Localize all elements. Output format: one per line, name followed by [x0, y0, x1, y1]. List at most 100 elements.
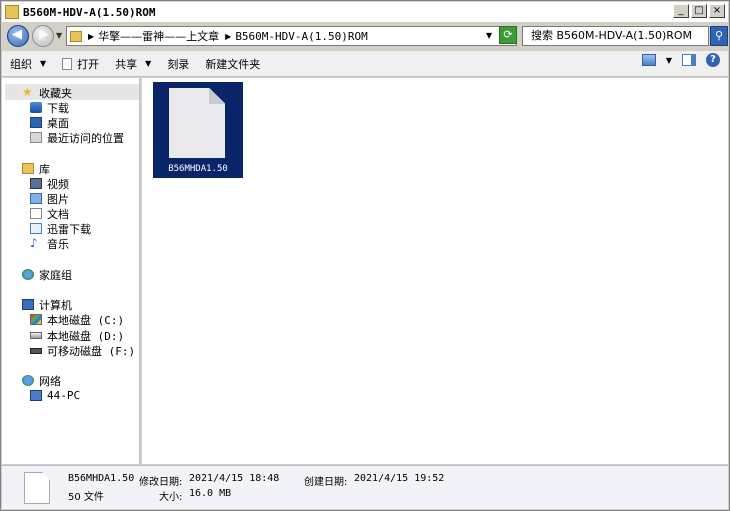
- explorer-window: B560M-HDV-A(1.50)ROM _ □ × ◀ ▶ ▼ ▶ 华擎——雷…: [0, 0, 730, 511]
- window-controls: _ □ ×: [673, 4, 725, 18]
- back-button[interactable]: ◀: [7, 25, 29, 47]
- nav-item-label: 本地磁盘 (D:): [47, 329, 125, 343]
- chevron-right-icon[interactable]: ▶: [88, 32, 94, 41]
- drive-icon: [30, 332, 42, 339]
- search-icon[interactable]: ⚲: [710, 26, 728, 46]
- forward-button[interactable]: ▶: [32, 25, 54, 47]
- view-options-dropdown[interactable]: ▼: [666, 56, 672, 65]
- nav-item-label: 44-PC: [47, 389, 81, 402]
- breadcrumb-current[interactable]: B560M-HDV-A(1.50)ROM: [235, 30, 367, 43]
- file-icon: [24, 472, 50, 504]
- minimize-button[interactable]: _: [673, 4, 689, 18]
- help-icon[interactable]: ?: [706, 53, 720, 67]
- nav-item-documents[interactable]: 文档: [30, 206, 69, 221]
- nav-item-drive-c[interactable]: 本地磁盘 (C:): [30, 312, 124, 327]
- nav-item-pictures[interactable]: 图片: [30, 191, 69, 206]
- address-dropdown[interactable]: ▼: [486, 31, 492, 40]
- title-bar: B560M-HDV-A(1.50)ROM _ □ ×: [2, 2, 728, 22]
- nav-favorites-label: 收藏夹: [39, 86, 72, 100]
- new-folder-button[interactable]: 新建文件夹: [197, 53, 268, 75]
- maximize-button[interactable]: □: [691, 4, 707, 18]
- nav-item-label: 下载: [47, 101, 69, 115]
- network-icon: [22, 375, 34, 386]
- nav-item-label: 图片: [47, 192, 69, 206]
- command-bar: 组织 ▼ 打开 共享 ▼ 刻录 新建文件夹 ▼ ?: [2, 51, 728, 77]
- download-icon: [30, 102, 42, 113]
- nav-computer-label: 计算机: [39, 298, 72, 312]
- nav-libraries[interactable]: 库: [22, 161, 50, 176]
- details-file-type: 50 文件: [68, 492, 104, 503]
- folder-icon: [5, 5, 19, 19]
- breadcrumb-parent[interactable]: 华擎——雷神——上文章: [98, 28, 219, 44]
- chevron-down-icon: ▼: [40, 59, 47, 68]
- document-icon: [30, 223, 42, 234]
- details-file-name: B56MHDA1.50: [68, 473, 135, 484]
- details-created-label: 创建日期:: [304, 477, 348, 488]
- nav-favorites[interactable]: ★ 收藏夹: [22, 85, 72, 100]
- details-modified-value: 2021/4/15 18:48: [189, 473, 280, 484]
- search-input[interactable]: 搜索 B560M-HDV-A(1.50)ROM: [522, 26, 709, 46]
- details-created-value: 2021/4/15 19:52: [354, 473, 445, 484]
- organize-label: 组织: [10, 57, 32, 71]
- details-size-label: 大小:: [159, 492, 183, 503]
- new-folder-label: 新建文件夹: [205, 57, 261, 71]
- share-label: 共享: [115, 57, 138, 71]
- nav-item-desktop[interactable]: 桌面: [30, 115, 69, 130]
- nav-item-label: 音乐: [47, 237, 69, 251]
- details-modified-label: 修改日期:: [139, 477, 183, 488]
- usb-drive-icon: [30, 347, 42, 354]
- file-item[interactable]: B56MHDA1.50: [153, 82, 243, 178]
- open-label: 打开: [77, 57, 100, 71]
- nav-item-downloads[interactable]: 下载: [30, 100, 69, 115]
- nav-item-music[interactable]: ♪ 音乐: [30, 236, 69, 251]
- details-pane: B56MHDA1.50 修改日期: 2021/4/15 18:48 创建日期: …: [2, 465, 728, 509]
- nav-item-label: 文档: [47, 207, 69, 221]
- system-drive-icon: [30, 314, 42, 325]
- burn-button[interactable]: 刻录: [159, 53, 197, 75]
- nav-network-label: 网络: [39, 374, 61, 388]
- document-icon: [62, 57, 73, 70]
- change-view-icon[interactable]: [641, 54, 656, 66]
- nav-item-label: 迅雷下载: [47, 222, 91, 236]
- picture-icon: [30, 193, 42, 204]
- preview-pane-icon[interactable]: [682, 54, 696, 66]
- nav-item-label: 本地磁盘 (C:): [47, 313, 125, 327]
- organize-button[interactable]: 组织 ▼: [2, 53, 54, 75]
- open-button[interactable]: 打开: [54, 53, 107, 75]
- music-icon: ♪: [30, 236, 38, 250]
- recent-pages-dropdown[interactable]: ▼: [56, 31, 62, 40]
- nav-item-drive-d[interactable]: 本地磁盘 (D:): [30, 328, 124, 343]
- chevron-down-icon: ▼: [145, 59, 152, 68]
- video-icon: [30, 178, 42, 189]
- nav-network[interactable]: 网络: [22, 373, 61, 388]
- network-computer-icon: [30, 390, 42, 401]
- nav-computer[interactable]: 计算机: [22, 297, 72, 312]
- refresh-button[interactable]: ⟳: [499, 26, 517, 44]
- nav-item-recent-places[interactable]: 最近访问的位置: [30, 130, 124, 145]
- nav-item-xunlei-downloads[interactable]: 迅雷下载: [30, 221, 91, 236]
- view-controls: ▼ ?: [641, 53, 720, 67]
- star-icon: ★: [22, 85, 33, 99]
- nav-item-label: 桌面: [47, 116, 69, 130]
- address-field[interactable]: ▶ 华擎——雷神——上文章 ▶ B560M-HDV-A(1.50)ROM: [66, 26, 517, 46]
- close-button[interactable]: ×: [709, 4, 725, 18]
- library-icon: [22, 163, 34, 174]
- share-button[interactable]: 共享 ▼: [107, 53, 159, 75]
- nav-item-label: 视频: [47, 177, 69, 191]
- nav-item-videos[interactable]: 视频: [30, 176, 69, 191]
- file-list[interactable]: B56MHDA1.50: [142, 78, 728, 464]
- navigation-pane: ★ 收藏夹 下载 桌面 最近访问的位置 库 视频 图片 文档 迅雷下载 ♪ 音乐…: [2, 78, 140, 464]
- nav-item-44-pc[interactable]: 44-PC: [30, 388, 80, 403]
- address-bar-row: ◀ ▶ ▼ ▶ 华擎——雷神——上文章 ▶ B560M-HDV-A(1.50)R…: [2, 23, 728, 49]
- desktop-icon: [30, 117, 42, 128]
- nav-homegroup[interactable]: 家庭组: [22, 267, 72, 282]
- nav-item-label: 可移动磁盘 (F:): [47, 344, 136, 358]
- chevron-right-icon[interactable]: ▶: [225, 32, 231, 41]
- nav-item-drive-f[interactable]: 可移动磁盘 (F:): [30, 343, 135, 358]
- nav-item-label: 最近访问的位置: [47, 131, 124, 145]
- folder-icon: [70, 30, 82, 42]
- document-icon: [30, 208, 42, 219]
- nav-homegroup-label: 家庭组: [39, 268, 72, 282]
- details-size-value: 16.0 MB: [189, 488, 232, 499]
- nav-libraries-label: 库: [39, 162, 50, 176]
